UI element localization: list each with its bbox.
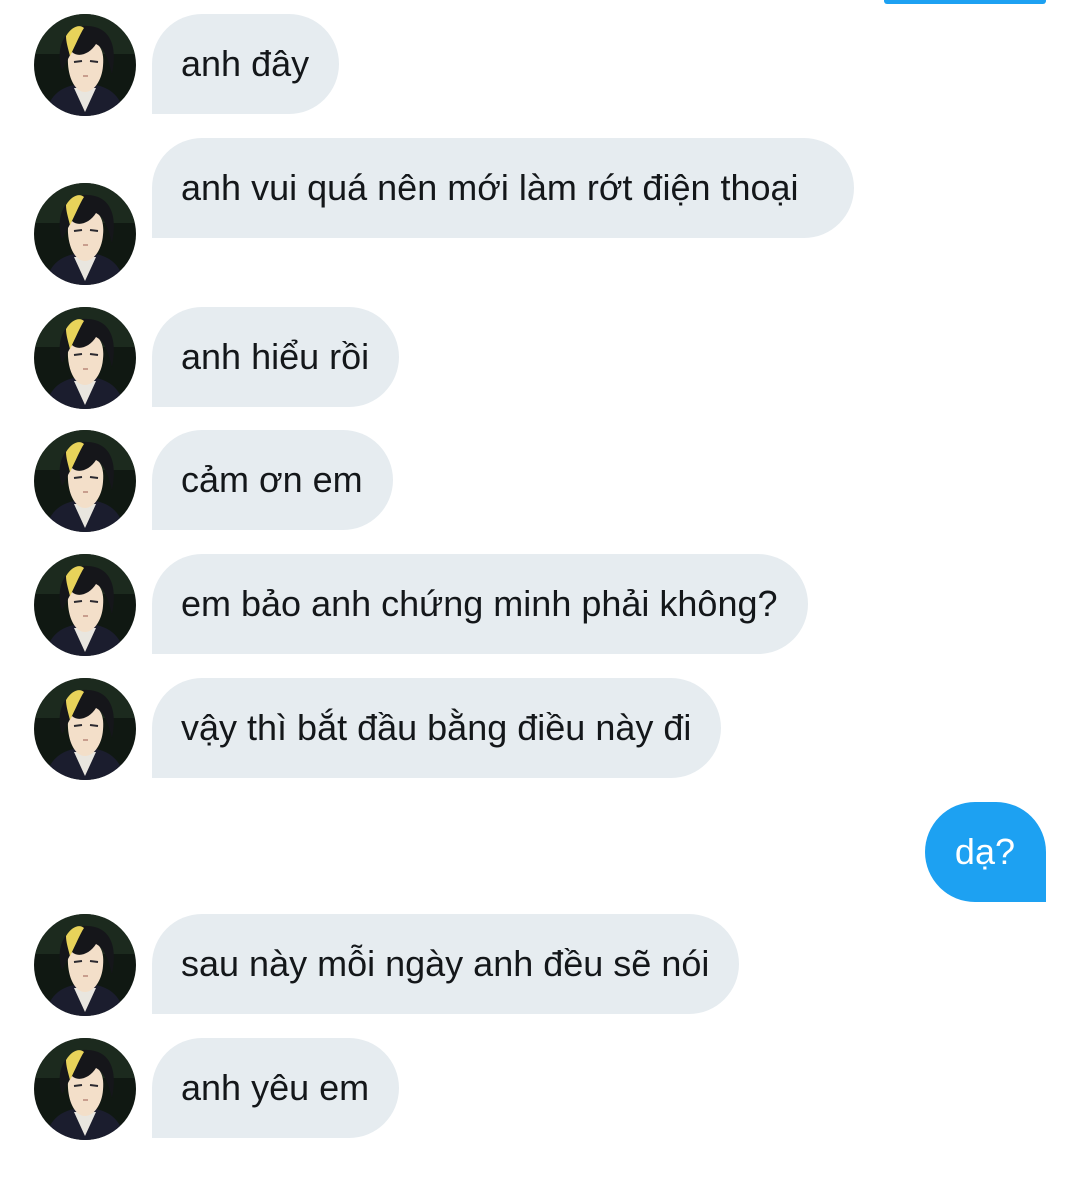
received-message-bubble[interactable]: cảm ơn em (152, 430, 393, 530)
received-message-bubble[interactable]: em bảo anh chứng minh phải không? (152, 554, 808, 654)
received-message-bubble[interactable]: anh yêu em (152, 1038, 400, 1138)
received-message-bubble[interactable]: anh vui quá nên mới làm rớt điện thoại (152, 138, 854, 238)
received-message-bubble[interactable]: vậy thì bắt đầu bằng điều này đi (152, 678, 722, 778)
contact-avatar-icon[interactable] (34, 14, 136, 116)
contact-avatar-icon[interactable] (34, 183, 136, 285)
received-message-bubble[interactable]: anh đây (152, 14, 340, 114)
contact-avatar-icon[interactable] (34, 554, 136, 656)
contact-avatar-icon[interactable] (34, 307, 136, 409)
received-message-bubble[interactable]: anh hiểu rồi (152, 307, 400, 407)
previous-sent-bubble-edge (884, 0, 1046, 4)
contact-avatar-icon[interactable] (34, 678, 136, 780)
received-message-bubble[interactable]: sau này mỗi ngày anh đều sẽ nói (152, 914, 740, 1014)
sent-message-bubble[interactable]: dạ? (924, 802, 1046, 902)
contact-avatar-icon[interactable] (34, 1038, 136, 1140)
contact-avatar-icon[interactable] (34, 914, 136, 1016)
contact-avatar-icon[interactable] (34, 430, 136, 532)
